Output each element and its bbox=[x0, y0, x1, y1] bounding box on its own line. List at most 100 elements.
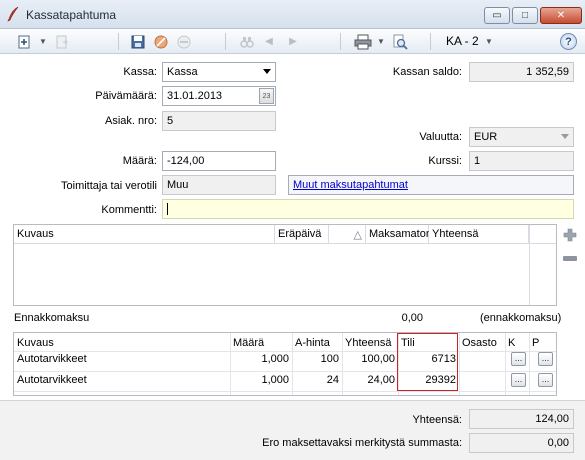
minimize-icon: ▭ bbox=[492, 10, 502, 21]
toolbar: ▼ ◀ ▶ ▼ bbox=[0, 29, 585, 54]
close-icon: ✕ bbox=[556, 10, 566, 21]
row-1-a-hinta[interactable]: 100 bbox=[292, 349, 342, 370]
column-divider bbox=[292, 333, 293, 395]
toolbar-separator bbox=[430, 33, 431, 50]
cancel-button[interactable] bbox=[151, 33, 171, 50]
valuutta-label: Valuutta: bbox=[419, 131, 462, 143]
forward-doc-button[interactable] bbox=[52, 33, 72, 50]
row-1-kuvaus[interactable]: Autotarvikkeet bbox=[14, 349, 230, 370]
sort-triangle-icon[interactable]: △ bbox=[329, 225, 366, 243]
row-2-tili[interactable]: 29392 bbox=[398, 370, 459, 391]
kassan-saldo-label: Kassan saldo: bbox=[392, 66, 462, 78]
magnifier-icon bbox=[393, 34, 408, 50]
text-cursor bbox=[167, 203, 168, 215]
ka-dropdown-button[interactable]: ▼ bbox=[484, 33, 494, 50]
kassa-select[interactable]: Kassa bbox=[162, 62, 276, 82]
header-divider bbox=[14, 243, 556, 244]
row-2-osasto[interactable] bbox=[459, 370, 505, 391]
row-2-a-hinta[interactable]: 24 bbox=[292, 370, 342, 391]
print-button[interactable] bbox=[352, 33, 374, 50]
feather-pen-icon bbox=[7, 6, 19, 22]
toolbar-separator bbox=[118, 33, 119, 50]
chevron-down-icon: ▼ bbox=[39, 37, 47, 46]
column-header-kuvaus[interactable]: Kuvaus bbox=[14, 225, 275, 243]
row-1-maara[interactable]: 1,000 bbox=[230, 349, 292, 370]
asiak-nro-label: Asiak. nro: bbox=[105, 115, 157, 127]
toolbar-separator bbox=[340, 33, 341, 50]
row-2-k-button[interactable]: ... bbox=[511, 373, 526, 387]
title-bar: Kassatapahtuma ▭ □ ✕ bbox=[0, 0, 585, 29]
kassa-label: Kassa: bbox=[123, 66, 157, 78]
kommentti-input[interactable] bbox=[162, 199, 574, 219]
row-1-p-button[interactable]: ... bbox=[538, 352, 553, 366]
delete-icon bbox=[177, 35, 191, 48]
printer-icon bbox=[354, 34, 372, 49]
kurssi-field: 1 bbox=[469, 151, 574, 171]
window-title: Kassatapahtuma bbox=[26, 8, 117, 22]
chevron-down-icon bbox=[263, 69, 271, 74]
column-header-maksamaton[interactable]: Maksamaton bbox=[366, 225, 432, 243]
previous-button[interactable]: ◀ bbox=[262, 33, 276, 50]
row-2-p-button[interactable]: ... bbox=[538, 373, 553, 387]
maximize-button[interactable]: □ bbox=[512, 7, 538, 24]
forward-document-icon bbox=[56, 35, 68, 48]
row-1-tili[interactable]: 6713 bbox=[398, 349, 459, 370]
rows-grid[interactable]: Kuvaus Määrä A-hinta Yhteensä Tili Osast… bbox=[13, 332, 557, 396]
row-2-maara[interactable]: 1,000 bbox=[230, 370, 292, 391]
find-button[interactable] bbox=[236, 33, 258, 50]
next-button[interactable]: ▶ bbox=[286, 33, 300, 50]
new-dropdown-button[interactable]: ▼ bbox=[38, 33, 48, 50]
column-divider bbox=[342, 333, 343, 395]
print-preview-button[interactable] bbox=[390, 33, 410, 50]
ero-field: 0,00 bbox=[469, 433, 574, 453]
kassa-value: Kassa bbox=[167, 66, 198, 78]
row-1-yhteensa[interactable]: 100,00 bbox=[342, 349, 398, 370]
toimittaja-label: Toimittaja tai verotili bbox=[61, 180, 157, 192]
maximize-icon: □ bbox=[521, 10, 529, 21]
cancel-icon bbox=[154, 35, 168, 48]
paivamaara-label: Päivämäärä: bbox=[95, 90, 157, 102]
row-divider bbox=[14, 391, 556, 392]
column-header-yhteensa[interactable]: Yhteensä bbox=[429, 225, 529, 243]
save-button[interactable] bbox=[128, 33, 148, 50]
ennakkomaksu-value: 0,00 bbox=[401, 312, 423, 324]
binoculars-icon bbox=[240, 36, 254, 48]
yhteensa-label: Yhteensä: bbox=[412, 414, 462, 426]
kassan-saldo-field: 1 352,59 bbox=[469, 62, 574, 82]
arrow-left-icon: ◀ bbox=[265, 36, 273, 47]
ka-selector-label[interactable]: KA - 2 bbox=[446, 34, 479, 48]
save-icon bbox=[131, 35, 145, 48]
invoice-grid[interactable]: Kuvaus Eräpäivä △ Maksamaton Yhteensä bbox=[13, 224, 557, 306]
maara-field[interactable]: -124,00 bbox=[162, 151, 276, 171]
minimize-button[interactable]: ▭ bbox=[484, 7, 510, 24]
ennakkomaksu-label: Ennakkomaksu bbox=[14, 312, 90, 324]
arrow-right-icon: ▶ bbox=[289, 36, 297, 47]
delete-button[interactable] bbox=[174, 33, 194, 50]
column-divider bbox=[529, 333, 530, 395]
maara-label: Määrä: bbox=[122, 155, 157, 167]
help-icon[interactable]: ? bbox=[560, 33, 577, 50]
row-2-yhteensa[interactable]: 24,00 bbox=[342, 370, 398, 391]
row-2-kuvaus[interactable]: Autotarvikkeet bbox=[14, 370, 230, 391]
toolbar-separator bbox=[225, 33, 226, 50]
row-1-k-button[interactable]: ... bbox=[511, 352, 526, 366]
calendar-icon[interactable]: 23 bbox=[259, 88, 274, 104]
column-divider bbox=[459, 333, 460, 395]
grid-divider bbox=[529, 225, 530, 305]
print-dropdown-button[interactable]: ▼ bbox=[376, 33, 386, 50]
chevron-down-icon: ▼ bbox=[485, 37, 493, 46]
add-row-icon[interactable] bbox=[563, 228, 577, 242]
new-button[interactable] bbox=[14, 33, 36, 50]
column-header-erapaiva[interactable]: Eräpäivä bbox=[275, 225, 329, 243]
toimittaja-field: Muu bbox=[162, 175, 276, 195]
paivamaara-value: 31.01.2013 bbox=[167, 90, 223, 102]
close-button[interactable]: ✕ bbox=[540, 7, 582, 24]
ero-label: Ero maksettavaksi merkitystä summasta: bbox=[262, 437, 462, 449]
muut-maksutapahtumat-link[interactable]: Muut maksutapahtumat bbox=[288, 175, 574, 195]
remove-row-icon[interactable] bbox=[563, 256, 577, 261]
valuutta-select: EUR bbox=[469, 127, 574, 147]
chevron-down-icon: ▼ bbox=[377, 37, 385, 46]
ennakkomaksu-suffix: (ennakkomaksu) bbox=[480, 312, 562, 324]
row-1-osasto[interactable] bbox=[459, 349, 505, 370]
kommentti-label: Kommentti: bbox=[101, 204, 157, 216]
